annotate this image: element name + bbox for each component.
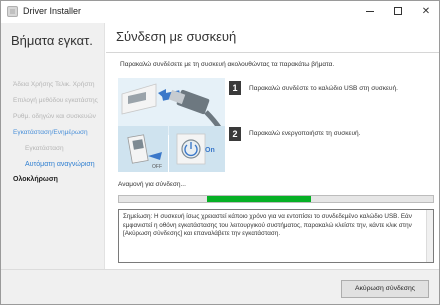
main-panel: Σύνδεση με συσκευή Παρακαλώ συνδέσετε με… bbox=[106, 23, 439, 269]
steps-sidebar: Βήματα εγκατ. Άδεια Χρήσης Τελικ. Χρήστη… bbox=[1, 23, 105, 269]
sidebar-item-complete: Ολοκλήρωση bbox=[13, 176, 58, 183]
waiting-status: Αναμονή για σύνδεση... bbox=[118, 181, 186, 188]
installer-window: Driver Installer ✕ Βήματα εγκατ. Άδεια Χ… bbox=[0, 0, 440, 305]
connection-progress-bar bbox=[118, 195, 434, 203]
minimize-icon bbox=[366, 10, 374, 12]
maximize-icon bbox=[394, 7, 402, 16]
sidebar-item-driver-settings: Ρυθμ. οδηγών και συσκευών bbox=[13, 113, 96, 120]
power-button-illustration: On bbox=[169, 126, 225, 172]
off-label: OFF bbox=[152, 164, 162, 170]
step-1-badge: 1 bbox=[229, 81, 241, 95]
step-2-text: Παρακαλώ ενεργοποιήστε τη συσκευή. bbox=[249, 130, 361, 137]
power-switch-icon: OFF bbox=[127, 134, 162, 170]
close-button[interactable]: ✕ bbox=[413, 1, 439, 23]
sidebar-heading: Βήματα εγκατ. bbox=[11, 33, 93, 48]
note-text: Σημείωση: Η συσκευή ίσως χρειαστεί κάποι… bbox=[123, 213, 412, 237]
note-textbox[interactable]: Σημείωση: Η συσκευή ίσως χρειαστεί κάποι… bbox=[118, 209, 434, 263]
title-bar: Driver Installer ✕ bbox=[1, 1, 439, 23]
note-scrollbar[interactable] bbox=[426, 210, 433, 262]
sidebar-item-install-update: Εγκατάσταση/Ενημέρωση bbox=[13, 129, 88, 136]
cancel-connection-button[interactable]: Ακύρωση σύνδεσης bbox=[341, 280, 429, 298]
installer-icon bbox=[7, 6, 18, 17]
close-icon: ✕ bbox=[421, 6, 431, 17]
window-title: Driver Installer bbox=[23, 6, 82, 16]
sidebar-item-auto-detect: Αυτόματη αναγνώριση bbox=[25, 161, 95, 168]
power-button-icon: On bbox=[176, 133, 215, 165]
on-label: On bbox=[205, 147, 215, 154]
page-title: Σύνδεση με συσκευή bbox=[116, 29, 237, 44]
minimize-button[interactable] bbox=[357, 1, 383, 23]
instruction-text: Παρακαλώ συνδέσετε με τη συσκευή ακολουθ… bbox=[120, 61, 335, 68]
maximize-button[interactable] bbox=[385, 1, 411, 23]
sidebar-item-install-method: Επιλογή μεθόδου εγκατάστης bbox=[13, 97, 98, 104]
step-1-text: Παρακαλώ συνδέστε το καλώδιο USB στη συσ… bbox=[249, 85, 398, 92]
title-divider bbox=[106, 52, 439, 53]
power-switch-illustration: OFF bbox=[118, 126, 168, 172]
sidebar-item-install: Εγκατάσταση bbox=[25, 145, 64, 152]
progress-fill bbox=[207, 196, 311, 202]
step-2-badge: 2 bbox=[229, 127, 241, 141]
footer-bar: Ακύρωση σύνδεσης bbox=[1, 269, 439, 304]
sidebar-item-eula: Άδεια Χρήσης Τελικ. Χρήστη bbox=[13, 81, 95, 88]
